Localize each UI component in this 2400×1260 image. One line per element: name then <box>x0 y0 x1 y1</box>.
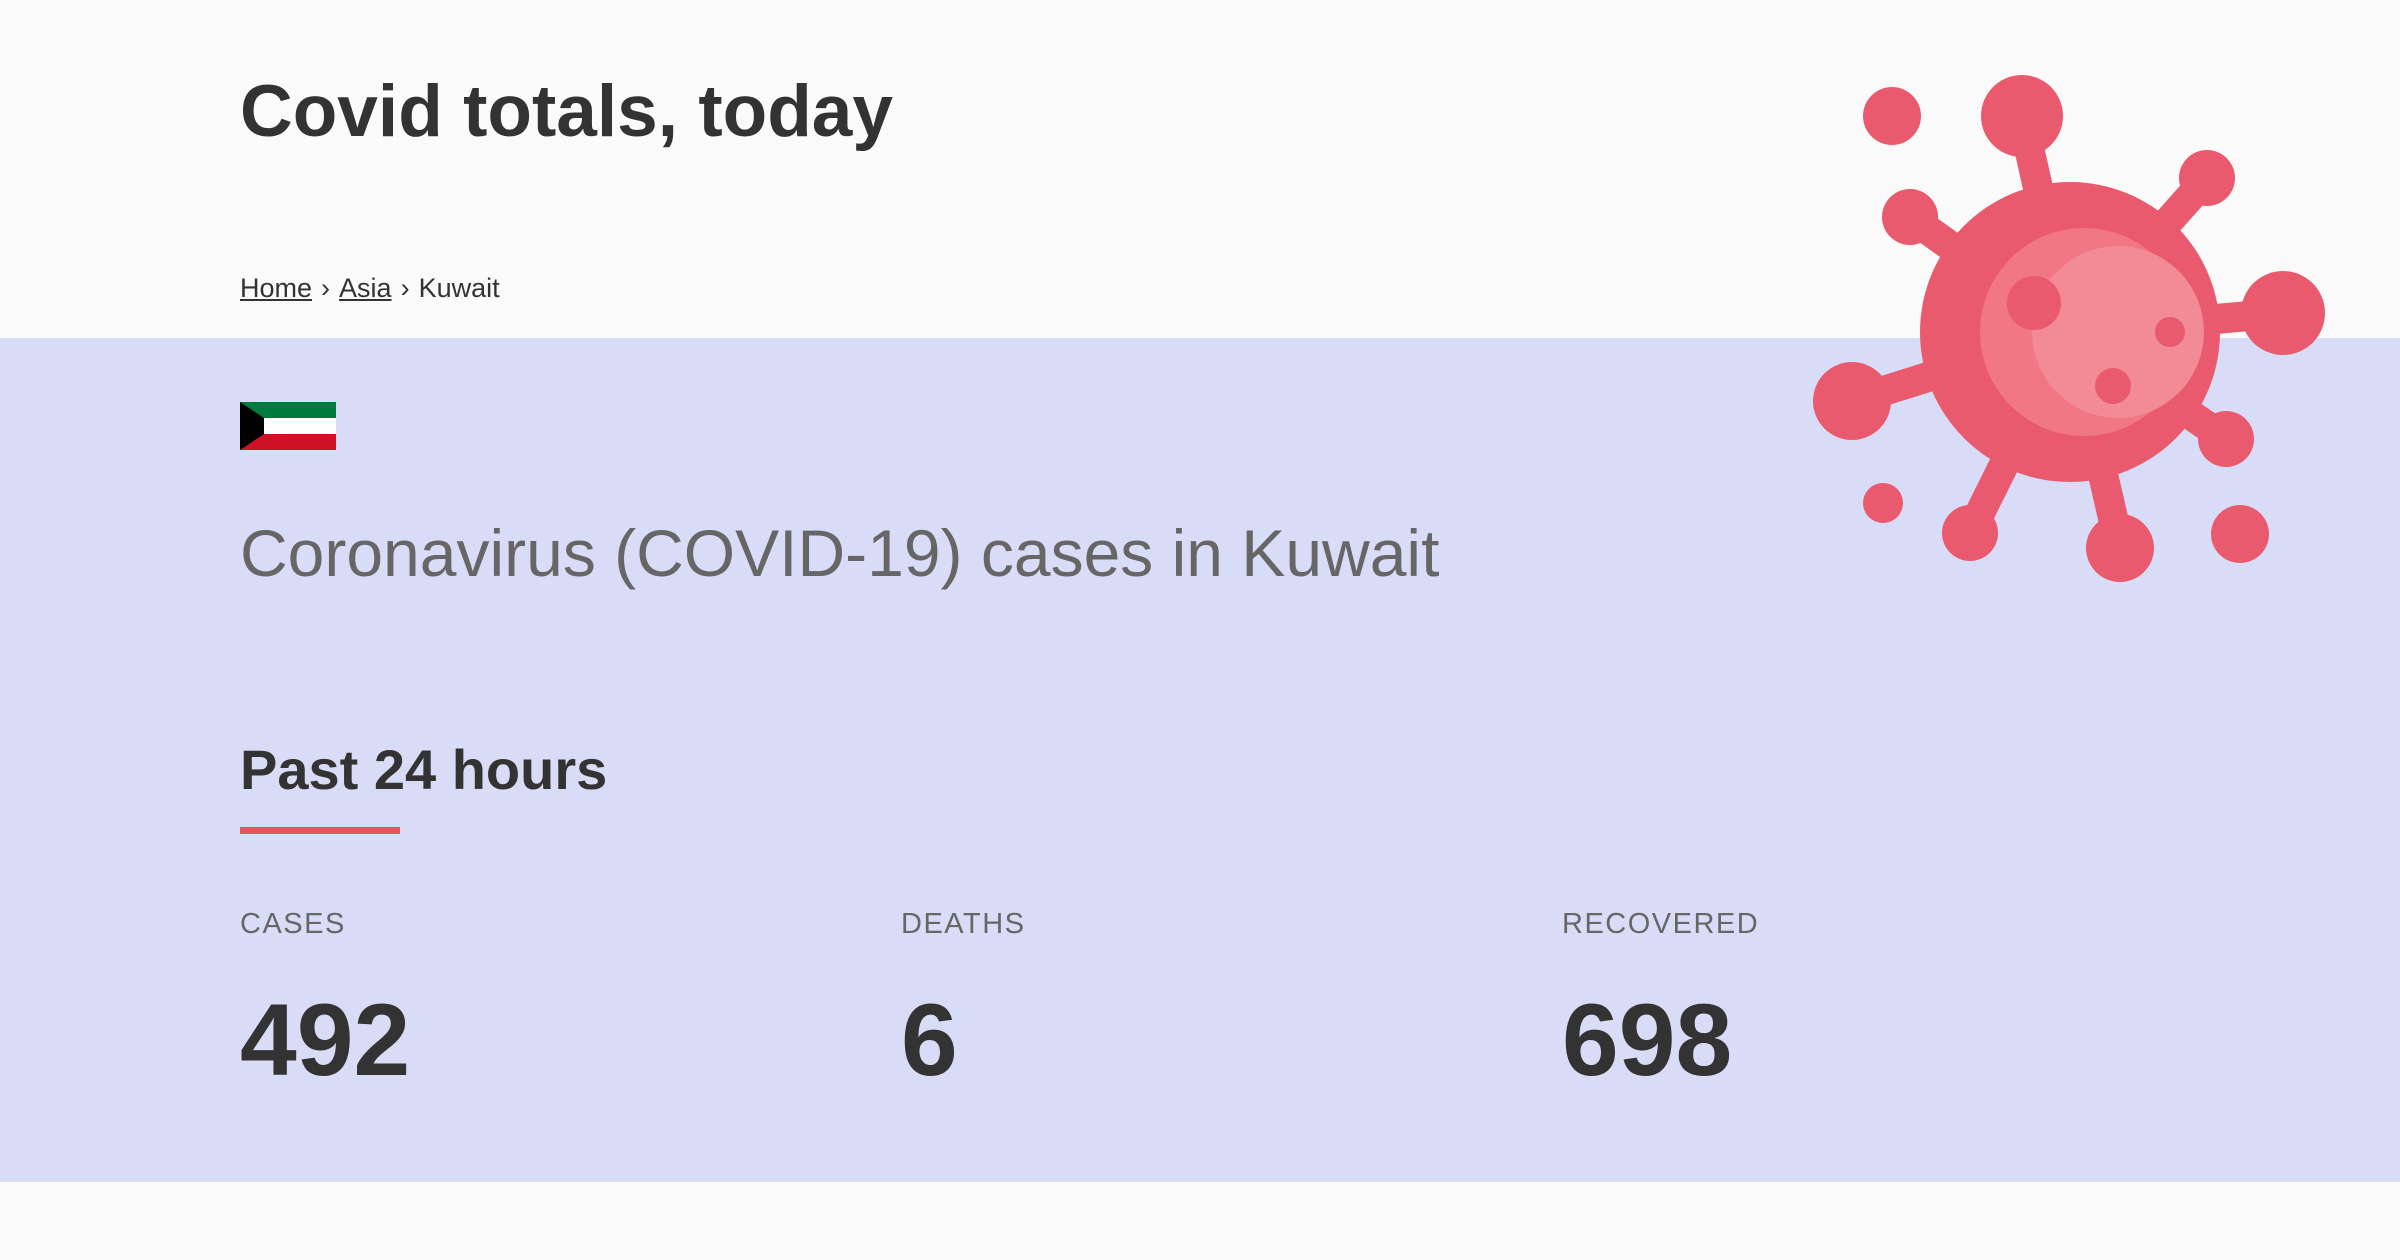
breadcrumb-current: Kuwait <box>418 273 500 303</box>
breadcrumb: Home › Asia › Kuwait <box>240 268 500 308</box>
recovered-value: 698 <box>1562 983 1733 1097</box>
cases-value: 492 <box>240 983 411 1097</box>
recovered-stat: RECOVERED 698 <box>1562 904 2162 1096</box>
deaths-value: 6 <box>901 983 958 1097</box>
cases-label: CASES <box>240 908 346 940</box>
breadcrumb-separator: › <box>321 273 331 303</box>
site-title: Covid totals, today <box>240 71 894 152</box>
recovered-label: RECOVERED <box>1562 908 1760 940</box>
kuwait-flag-icon <box>240 402 336 450</box>
breadcrumb-asia-link[interactable]: Asia <box>339 273 392 303</box>
breadcrumb-separator: › <box>400 273 410 303</box>
heading-underline <box>240 827 400 834</box>
past-24-hours-heading: Past 24 hours <box>240 738 608 801</box>
breadcrumb-home-link[interactable]: Home <box>240 273 312 303</box>
page-heading: Coronavirus (COVID-19) cases in Kuwait <box>240 516 1440 590</box>
footer-band <box>0 1182 2400 1260</box>
deaths-stat: DEATHS 6 <box>901 904 1501 1096</box>
virus-icon <box>1813 75 2325 582</box>
cases-stat: CASES 492 <box>240 904 840 1096</box>
deaths-label: DEATHS <box>901 908 1026 940</box>
